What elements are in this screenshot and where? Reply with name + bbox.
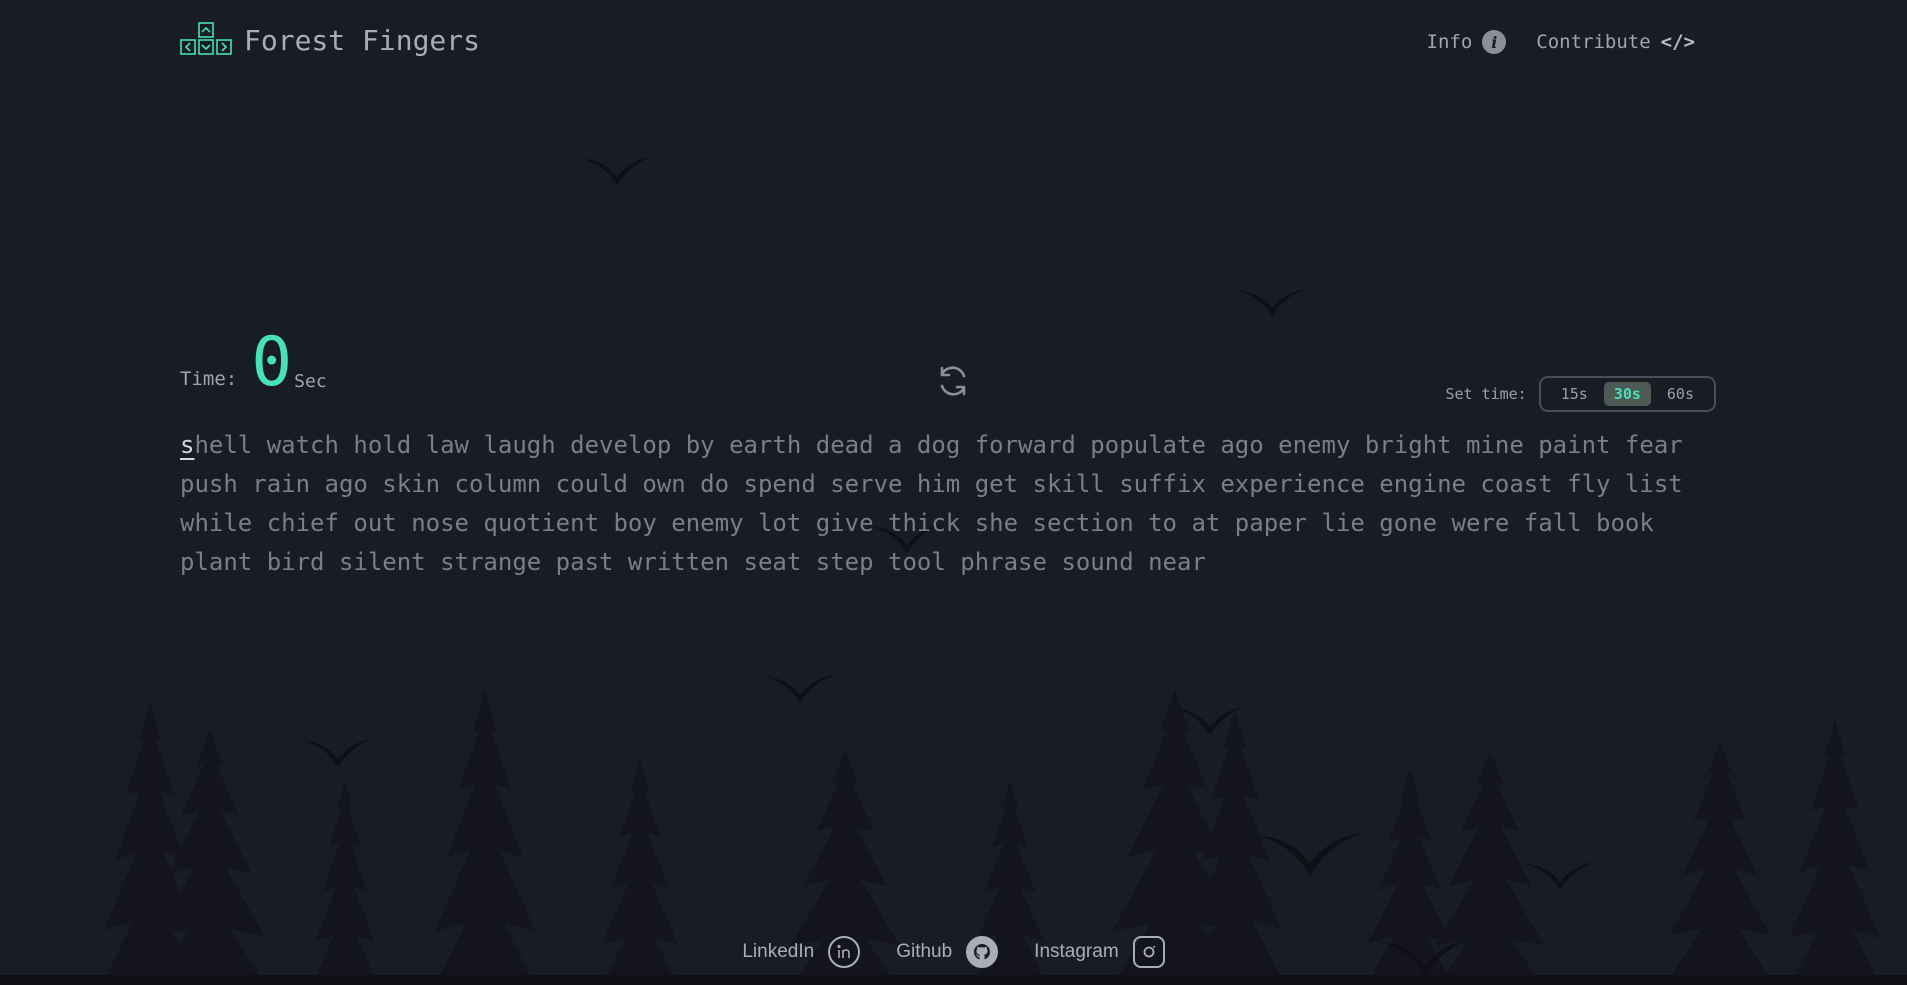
remaining-words: hell watch hold law laugh develop by ear… [180,431,1683,576]
linkedin-label: LinkedIn [742,941,815,962]
time-option-15s[interactable]: 15s [1551,382,1598,406]
keyboard-arrows-logo-icon [180,22,232,55]
info-icon: i [1482,30,1507,54]
timer: Time: 0 Sec [180,323,327,402]
time-option-30s[interactable]: 30s [1603,382,1651,406]
instagram-link[interactable]: Instagram [1034,936,1165,968]
contribute-link-label: Contribute [1536,31,1651,53]
instagram-icon [1132,936,1165,968]
instagram-label: Instagram [1034,941,1119,962]
set-time: Set time: 15s 30s 60s [1445,376,1716,412]
info-link-label: Info [1426,31,1473,53]
refresh-icon[interactable] [935,363,971,399]
set-time-label: Set time: [1445,385,1527,403]
github-icon [966,936,999,968]
top-nav: Info i Contribute </> [1427,30,1695,54]
brand[interactable]: Forest Fingers [180,22,480,58]
github-label: Github [896,941,953,962]
typing-words[interactable]: shell watch hold law laugh develop by ea… [180,426,1710,582]
linkedin-icon [828,936,861,968]
timer-label: Time: [180,368,238,390]
timer-unit: Sec [294,371,327,392]
current-letter: s [180,431,195,459]
app-title: Forest Fingers [244,23,481,57]
info-link[interactable]: Info i [1427,30,1507,54]
footer: LinkedIn Github Instagram [0,936,1907,968]
timer-value: 0 [251,323,293,402]
github-link[interactable]: Github [896,936,999,968]
code-icon: </> [1660,31,1695,53]
time-option-60s[interactable]: 60s [1657,382,1704,406]
header: Forest Fingers Info i Contribute </> [180,20,1695,66]
time-options: 15s 30s 60s [1538,376,1716,412]
linkedin-link[interactable]: LinkedIn [742,936,861,968]
contribute-link[interactable]: Contribute </> [1536,30,1695,54]
